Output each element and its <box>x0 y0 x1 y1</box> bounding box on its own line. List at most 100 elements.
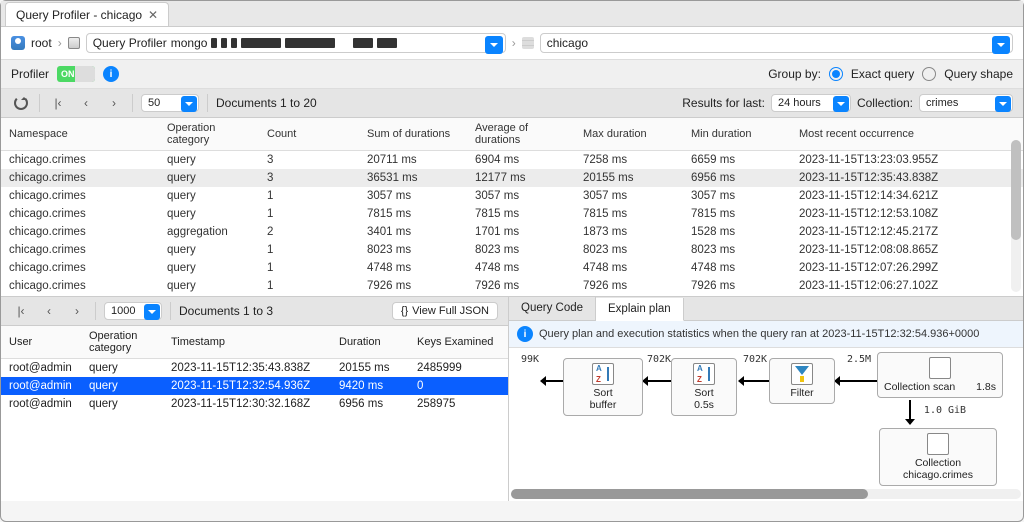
view-full-json-button[interactable]: {} View Full JSON <box>392 302 498 320</box>
detail-docs-range: Documents 1 to 3 <box>179 304 273 318</box>
collection-label: Collection: <box>857 96 913 110</box>
column-header[interactable]: Average of durations <box>467 118 575 151</box>
refresh-button[interactable] <box>11 93 31 113</box>
column-header[interactable]: Min duration <box>683 118 791 151</box>
query-samples-table[interactable]: UserOperation categoryTimestampDurationK… <box>1 326 508 413</box>
collection-icon <box>927 433 949 455</box>
column-header[interactable]: User <box>1 326 81 359</box>
table-row[interactable]: chicago.crimesquery14748 ms4748 ms4748 m… <box>1 259 1023 277</box>
right-tabs: Query Code Explain plan <box>509 297 1023 321</box>
results-for-last-label: Results for last: <box>682 96 765 110</box>
edge-label: 99K <box>521 354 539 365</box>
radio-query-shape-label[interactable]: Query shape <box>944 67 1013 81</box>
next-page-button[interactable]: › <box>104 93 124 113</box>
chevron-down-icon <box>833 96 849 112</box>
table-row[interactable]: chicago.crimesquery17926 ms7926 ms7926 m… <box>1 277 1023 295</box>
table-row[interactable]: chicago.crimesquery17815 ms7815 ms7815 m… <box>1 205 1023 223</box>
main-table-container: NamespaceOperation categoryCountSum of d… <box>1 118 1023 296</box>
table-row[interactable]: chicago.crimesquery336531 ms12177 ms2015… <box>1 169 1023 187</box>
profiler-label: Profiler <box>11 67 49 81</box>
sort-icon <box>592 363 614 385</box>
table-row[interactable]: root@adminquery2023-11-15T12:30:32.168Z6… <box>1 395 508 413</box>
arrow-icon <box>835 380 877 382</box>
profiler-toggle[interactable]: ON <box>57 66 95 82</box>
profiler-toolbar: Profiler ON i Group by: Exact query Quer… <box>1 60 1023 89</box>
prev-page-button[interactable]: ‹ <box>39 301 59 321</box>
database-icon <box>522 37 534 49</box>
edge-label: 702K <box>647 354 671 365</box>
user-icon <box>11 36 25 50</box>
breadcrumb: root › Query Profiler mongo › chicago <box>1 27 1023 60</box>
column-header[interactable]: Count <box>259 118 359 151</box>
table-row[interactable]: chicago.crimesquery320711 ms6904 ms7258 … <box>1 151 1023 170</box>
database-selector[interactable]: chicago <box>540 33 1013 53</box>
profiler-results-table[interactable]: NamespaceOperation categoryCountSum of d… <box>1 118 1023 296</box>
table-row[interactable]: root@adminquery2023-11-15T12:32:54.936Z9… <box>1 377 508 395</box>
plan-stage-sort[interactable]: Sort0.5s <box>671 358 737 416</box>
plan-info-bar: i Query plan and execution statistics wh… <box>509 321 1023 348</box>
chevron-down-icon <box>995 96 1011 112</box>
page-size-select[interactable]: 50 <box>141 94 199 112</box>
plan-stage-collection[interactable]: Collectionchicago.crimes <box>879 428 997 486</box>
breadcrumb-page: Query Profiler <box>93 36 167 50</box>
arrow-icon <box>643 380 671 382</box>
column-header[interactable]: Operation category <box>159 118 259 151</box>
json-icon: {} <box>401 305 408 317</box>
explain-plan-diagram[interactable]: 99K 702K 702K 2.5M Sortbuffer Sort0.5s F… <box>509 348 1023 501</box>
query-detail-pane: |‹ ‹ › 1000 Documents 1 to 3 {} View Ful… <box>1 297 509 501</box>
horizontal-scrollbar[interactable] <box>511 489 1021 499</box>
table-row[interactable]: chicago.crimesaggregation23401 ms1701 ms… <box>1 223 1023 241</box>
edge-label: 702K <box>743 354 767 365</box>
breadcrumb-conn-word: mongo <box>171 36 208 50</box>
table-row[interactable]: chicago.crimesquery18023 ms8023 ms8023 m… <box>1 241 1023 259</box>
explain-pane: Query Code Explain plan i Query plan and… <box>509 297 1023 501</box>
plan-stage-collection-scan[interactable]: Collection scan1.8s <box>877 352 1003 398</box>
chevron-right-icon: › <box>58 36 62 50</box>
collection-select[interactable]: crimes <box>919 94 1013 112</box>
column-header[interactable]: Timestamp <box>163 326 331 359</box>
server-icon <box>68 37 80 49</box>
column-header[interactable]: Max duration <box>575 118 683 151</box>
column-header[interactable]: Duration <box>331 326 409 359</box>
tab-query-code[interactable]: Query Code <box>509 297 596 320</box>
radio-exact-query-label[interactable]: Exact query <box>851 67 914 81</box>
plan-stage-filter[interactable]: Filter <box>769 358 835 404</box>
vertical-scrollbar[interactable] <box>1011 140 1021 292</box>
close-icon[interactable]: ✕ <box>148 8 158 22</box>
arrow-icon <box>909 400 911 424</box>
detail-toolbar: |‹ ‹ › 1000 Documents 1 to 3 {} View Ful… <box>1 297 508 326</box>
docs-range-label: Documents 1 to 20 <box>216 96 317 110</box>
column-header[interactable]: Namespace <box>1 118 159 151</box>
chevron-down-icon[interactable] <box>485 36 503 54</box>
info-icon[interactable]: i <box>103 66 119 82</box>
results-toolbar: |‹ ‹ › 50 Documents 1 to 20 Results for … <box>1 89 1023 118</box>
first-page-button[interactable]: |‹ <box>48 93 68 113</box>
radio-exact-query[interactable] <box>829 67 843 81</box>
radio-query-shape[interactable] <box>922 67 936 81</box>
connection-selector[interactable]: Query Profiler mongo <box>86 33 506 53</box>
time-range-select[interactable]: 24 hours <box>771 94 851 112</box>
detail-page-size-select[interactable]: 1000 <box>104 302 162 320</box>
table-row[interactable]: chicago.crimesquery1321 ms321 ms321 ms32… <box>1 295 1023 296</box>
edge-label: 2.5M <box>847 354 871 365</box>
arrow-icon <box>541 380 563 382</box>
column-header[interactable]: Most recent occurrence <box>791 118 1023 151</box>
breadcrumb-database: chicago <box>547 36 588 50</box>
column-header[interactable]: Keys Examined <box>409 326 508 359</box>
table-row[interactable]: chicago.crimesquery13057 ms3057 ms3057 m… <box>1 187 1023 205</box>
chevron-down-icon[interactable] <box>992 36 1010 54</box>
refresh-icon <box>14 96 28 110</box>
table-row[interactable]: root@adminquery2023-11-15T12:35:43.838Z2… <box>1 359 508 378</box>
column-header[interactable]: Sum of durations <box>359 118 467 151</box>
plan-stage-sort-buffer[interactable]: Sortbuffer <box>563 358 643 416</box>
tab-explain-plan[interactable]: Explain plan <box>596 298 684 321</box>
first-page-button[interactable]: |‹ <box>11 301 31 321</box>
prev-page-button[interactable]: ‹ <box>76 93 96 113</box>
edge-label: 1.0 GiB <box>915 405 975 416</box>
collection-scan-icon <box>929 357 951 379</box>
column-header[interactable]: Operation category <box>81 326 163 359</box>
tab-title: Query Profiler - chicago <box>16 8 142 22</box>
next-page-button[interactable]: › <box>67 301 87 321</box>
chevron-down-icon <box>181 96 197 112</box>
tab-query-profiler[interactable]: Query Profiler - chicago ✕ <box>5 2 169 26</box>
